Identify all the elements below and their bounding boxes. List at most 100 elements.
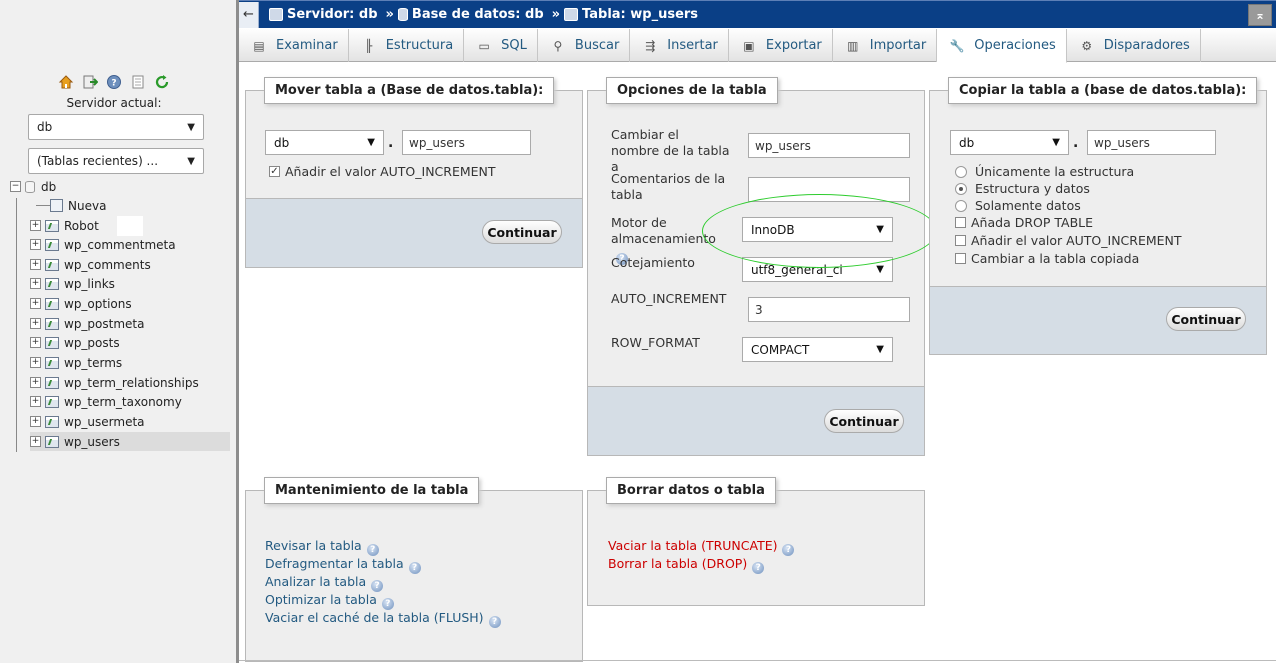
tree-table-item[interactable]: + wp_terms <box>30 353 122 372</box>
expand-icon[interactable]: + <box>30 377 41 388</box>
help-icon[interactable]: ? <box>371 580 384 592</box>
expand-icon[interactable]: + <box>30 259 41 270</box>
check-switch[interactable] <box>955 253 966 264</box>
recent-tables-select[interactable]: (Tablas recientes) ... ▼ <box>28 148 204 174</box>
tab-sql[interactable]: ▭ SQL <box>464 29 538 62</box>
help-icon[interactable]: ? <box>106 74 122 90</box>
tree-table-item[interactable]: + wp_term_taxonomy <box>30 392 182 411</box>
expand-icon[interactable]: + <box>30 436 41 447</box>
check-table-link[interactable]: Revisar la tabla? <box>265 538 379 556</box>
check-autoinc-row[interactable]: Añadir el valor AUTO_INCREMENT <box>955 233 1182 248</box>
docs-icon[interactable] <box>130 74 146 90</box>
tab-triggers[interactable]: ⚙ Disparadores <box>1067 29 1201 62</box>
drop-table-link[interactable]: Borrar la tabla (DROP)? <box>608 556 765 574</box>
help-icon[interactable]: ? <box>752 562 765 574</box>
tree-db-node[interactable]: − db <box>10 177 56 196</box>
help-icon[interactable]: ? <box>381 598 394 610</box>
tree-table-item[interactable]: + wp_options <box>30 294 132 313</box>
radio-structure-data-row[interactable]: Estructura y datos <box>955 181 1090 196</box>
chevron-down-icon: ▼ <box>187 121 195 133</box>
tab-import[interactable]: ▥ Importar <box>833 29 938 62</box>
radio-structure[interactable] <box>955 165 967 178</box>
copy-table-input[interactable]: wp_users <box>1087 130 1216 155</box>
check-drop-row[interactable]: Añada DROP TABLE <box>955 215 1093 230</box>
expand-icon[interactable]: + <box>30 416 41 427</box>
check-switch-row[interactable]: Cambiar a la tabla copiada <box>955 251 1139 266</box>
help-icon[interactable]: ? <box>488 616 501 628</box>
collapse-icon[interactable]: − <box>10 181 21 192</box>
tree-table-item[interactable]: + wp_postmeta <box>30 314 144 333</box>
move-db-value: db <box>274 135 290 150</box>
check-autoinc[interactable] <box>955 235 966 246</box>
move-db-select[interactable]: db ▼ <box>265 130 384 155</box>
tree-table-item[interactable]: + wp_term_relationships <box>30 373 199 392</box>
breadcrumb-server[interactable]: Servidor: db <box>269 7 378 22</box>
tree-table-label: wp_terms <box>64 355 123 370</box>
autoinc-input[interactable]: 3 <box>748 297 910 322</box>
tree-table-item[interactable]: + Robot <box>30 215 143 236</box>
radio-structure-data[interactable] <box>955 182 967 195</box>
move-continue-button[interactable]: Continuar <box>482 220 562 244</box>
breadcrumb-database-label: Base de datos: db <box>411 7 544 22</box>
breadcrumb-database[interactable]: Base de datos: db <box>397 7 544 22</box>
help-icon[interactable]: ? <box>408 562 421 574</box>
home-icon[interactable] <box>58 74 74 90</box>
expand-icon[interactable]: + <box>30 318 41 329</box>
tree-table-item[interactable]: + wp_links <box>30 274 115 293</box>
table-icon <box>45 376 59 389</box>
reload-icon[interactable] <box>154 74 170 90</box>
optimize-table-link[interactable]: Optimizar la tabla? <box>265 592 394 610</box>
logout-icon[interactable] <box>82 74 98 90</box>
tab-browse[interactable]: ▤ Examinar <box>239 29 349 62</box>
move-autoinc-checkbox[interactable]: ✓ <box>269 166 280 177</box>
expand-icon[interactable]: + <box>30 278 41 289</box>
collapse-top-icon[interactable]: ⌅ <box>1248 4 1272 26</box>
expand-icon[interactable]: + <box>30 220 41 231</box>
rename-input[interactable]: wp_users <box>748 133 910 158</box>
tab-insert[interactable]: ⇶ Insertar <box>630 29 729 62</box>
defragment-table-link[interactable]: Defragmentar la tabla? <box>265 556 421 574</box>
tab-structure[interactable]: ╟ Estructura <box>349 29 465 62</box>
breadcrumb-table[interactable]: Tabla: wp_users <box>564 7 698 22</box>
table-icon <box>564 8 579 21</box>
expand-icon[interactable]: + <box>30 298 41 309</box>
expand-icon[interactable]: + <box>30 239 41 250</box>
analyze-table-link[interactable]: Analizar la tabla? <box>265 574 384 592</box>
help-icon[interactable]: ? <box>782 544 795 556</box>
tree-table-item[interactable]: + wp_posts <box>30 333 120 352</box>
expand-icon[interactable]: + <box>30 337 41 348</box>
panel-divider[interactable] <box>236 0 239 663</box>
move-autoinc-row[interactable]: ✓ Añadir el valor AUTO_INCREMENT <box>269 164 496 179</box>
options-continue-button[interactable]: Continuar <box>824 409 904 433</box>
search-icon: ⚲ <box>553 38 563 53</box>
flush-table-link[interactable]: Vaciar el caché de la tabla (FLUSH)? <box>265 610 501 628</box>
tree-table-item-selected[interactable]: + wp_users <box>30 432 230 451</box>
server-select[interactable]: db ▼ <box>28 114 204 140</box>
help-icon[interactable]: ? <box>366 544 379 556</box>
tree-table-item[interactable]: + wp_commentmeta <box>30 235 176 254</box>
table-icon <box>45 219 59 232</box>
table-icon <box>45 435 59 448</box>
truncate-table-link[interactable]: Vaciar la tabla (TRUNCATE)? <box>608 538 795 556</box>
back-arrow-icon[interactable]: ← <box>239 1 259 28</box>
move-table-input[interactable]: wp_users <box>402 130 531 155</box>
expand-icon[interactable]: + <box>30 357 41 368</box>
tree-table-item[interactable]: + wp_usermeta <box>30 412 145 431</box>
tree-new-table[interactable]: Nueva <box>36 196 106 215</box>
navigation-panel: ? Servidor actual: db ▼ (Tablas reciente… <box>0 0 237 663</box>
radio-structure-row[interactable]: Únicamente la estructura <box>955 164 1134 179</box>
chevron-down-icon: ▼ <box>876 344 884 355</box>
copy-continue-button[interactable]: Continuar <box>1166 307 1246 331</box>
maintenance-fieldset: Mantenimiento de la tabla Revisar la tab… <box>245 477 583 662</box>
radio-data[interactable] <box>955 199 967 212</box>
radio-data-row[interactable]: Solamente datos <box>955 198 1081 213</box>
rowformat-select[interactable]: COMPACT ▼ <box>742 337 893 362</box>
copy-db-select[interactable]: db ▼ <box>950 130 1069 155</box>
expand-icon[interactable]: + <box>30 396 41 407</box>
tab-export[interactable]: ▣ Exportar <box>729 29 833 62</box>
tab-operations[interactable]: 🔧 Operaciones <box>937 29 1067 63</box>
check-drop[interactable] <box>955 217 966 228</box>
radio-structure-data-label: Estructura y datos <box>975 181 1090 196</box>
tree-table-item[interactable]: + wp_comments <box>30 255 151 274</box>
tab-search[interactable]: ⚲ Buscar <box>538 29 631 62</box>
